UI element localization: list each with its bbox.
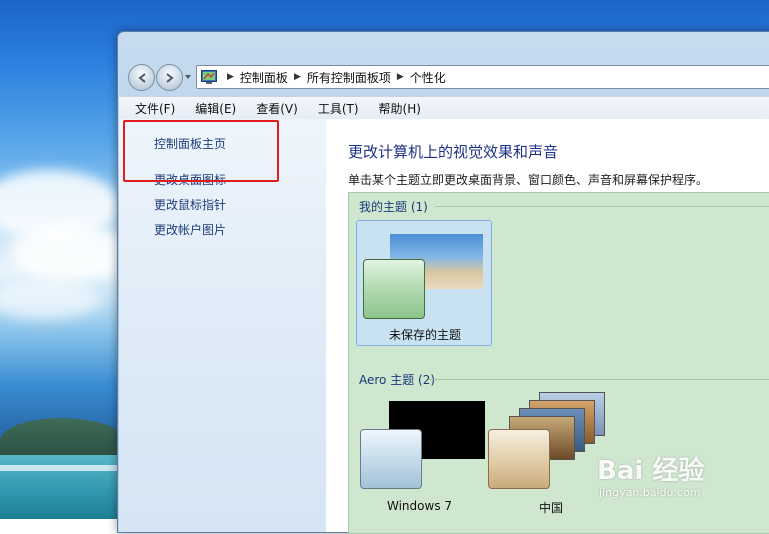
navigation-bar: ▶ 控制面板 ▶ 所有控制面板项 ▶ 个性化 bbox=[126, 62, 769, 92]
breadcrumb-chevron-icon[interactable]: ▶ bbox=[397, 72, 404, 82]
sidebar-item-change-account-picture[interactable]: 更改帐户图片 bbox=[154, 221, 226, 238]
breadcrumb-chevron-icon[interactable]: ▶ bbox=[227, 72, 234, 82]
forward-arrow-icon bbox=[165, 72, 174, 83]
menu-tools[interactable]: 工具(T) bbox=[318, 100, 359, 117]
theme-name: 未保存的主题 bbox=[389, 328, 462, 342]
forward-button[interactable] bbox=[156, 64, 183, 91]
group-divider bbox=[429, 379, 769, 380]
sea-foam bbox=[0, 465, 130, 471]
menu-edit[interactable]: 编辑(E) bbox=[195, 100, 236, 117]
task-pane: 控制面板主页 更改桌面图标 更改鼠标指针 更改帐户图片 bbox=[119, 119, 326, 532]
menu-view[interactable]: 查看(V) bbox=[256, 100, 298, 117]
group-header-aero-themes: Aero 主题 (2) bbox=[359, 373, 436, 387]
theme-color-swatch bbox=[363, 259, 425, 319]
menu-bar: 文件(F) 编辑(E) 查看(V) 工具(T) 帮助(H) bbox=[119, 96, 769, 120]
theme-color-swatch bbox=[488, 429, 550, 489]
group-header-my-themes: 我的主题 (1) bbox=[359, 200, 428, 214]
sidebar-item-change-mouse-pointers[interactable]: 更改鼠标指针 bbox=[154, 196, 226, 213]
page-title: 更改计算机上的视觉效果和声音 bbox=[348, 143, 559, 161]
breadcrumb-control-panel[interactable]: 控制面板 bbox=[240, 69, 288, 86]
address-bar[interactable]: ▶ 控制面板 ▶ 所有控制面板项 ▶ 个性化 bbox=[196, 65, 769, 89]
highlight-box bbox=[123, 120, 279, 182]
baidu-jingyan-watermark: Bai 经验 jingyan.baidu.com bbox=[595, 436, 765, 506]
watermark-brand: Bai 经验 bbox=[597, 456, 705, 486]
theme-tile-unsaved[interactable]: 未保存的主题 bbox=[356, 220, 492, 346]
back-button[interactable] bbox=[128, 64, 155, 91]
cloud bbox=[0, 280, 100, 320]
back-arrow-icon bbox=[137, 72, 146, 83]
theme-tile-windows7[interactable]: Windows 7 bbox=[356, 398, 490, 533]
menu-file[interactable]: 文件(F) bbox=[135, 100, 175, 117]
breadcrumb-all-items[interactable]: 所有控制面板项 bbox=[307, 69, 391, 86]
page-subtitle: 单击某个主题立即更改桌面背景、窗口颜色、声音和屏幕保护程序。 bbox=[348, 173, 709, 187]
recent-pages-dropdown-icon[interactable] bbox=[184, 72, 192, 82]
theme-name: 中国 bbox=[539, 501, 564, 515]
cloud bbox=[10, 225, 130, 280]
breadcrumb-chevron-icon[interactable]: ▶ bbox=[294, 72, 301, 82]
theme-color-swatch bbox=[360, 429, 422, 489]
control-panel-icon bbox=[201, 70, 217, 84]
menu-help[interactable]: 帮助(H) bbox=[379, 100, 421, 117]
theme-name: Windows 7 bbox=[387, 499, 453, 513]
watermark-url: jingyan.baidu.com bbox=[599, 486, 701, 499]
group-divider bbox=[435, 206, 769, 207]
breadcrumb-personalization[interactable]: 个性化 bbox=[410, 69, 446, 86]
